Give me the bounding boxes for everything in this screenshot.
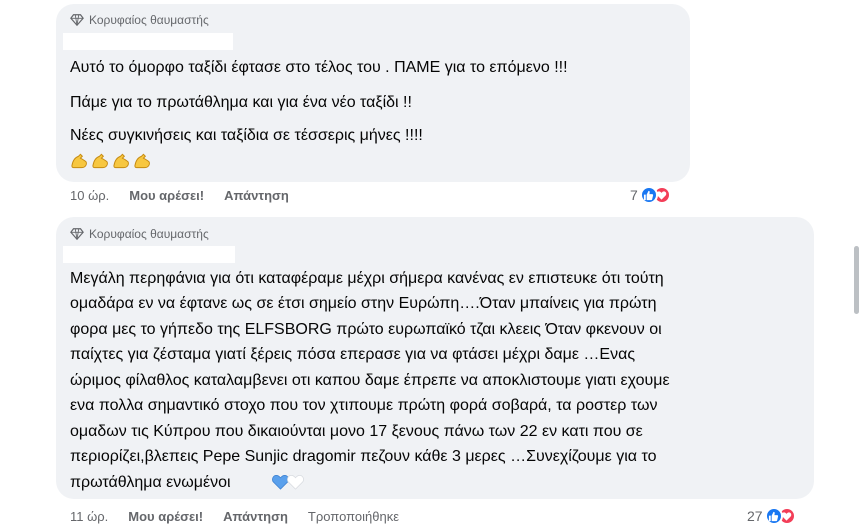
reaction-summary[interactable]: 7 bbox=[630, 186, 671, 204]
like-reaction-icon bbox=[764, 507, 783, 525]
comment-timestamp[interactable]: 11 ώρ. bbox=[70, 509, 108, 524]
blue-white-hearts-emoji bbox=[271, 472, 305, 492]
reaction-count: 7 bbox=[630, 187, 638, 203]
comment-text-line: Νέες συγκινήσεις και ταξίδια σε τέσσερις… bbox=[70, 127, 423, 144]
comment-text-line: Αυτό το όμορφο ταξίδι έφτασε στο τέλος τ… bbox=[70, 59, 568, 76]
white-heart-icon bbox=[287, 474, 304, 490]
comment-text-line: Πάμε για το πρωτάθλημα και για ένα νέο τ… bbox=[70, 94, 412, 111]
top-fan-badge[interactable]: Κορυφαίος θαυμαστής bbox=[70, 13, 209, 27]
comment-timestamp[interactable]: 10 ώρ. bbox=[70, 188, 109, 203]
comment-text-line: παίχτες για ζέσταμα γιατί ξέρεις πόσα επ… bbox=[70, 346, 636, 363]
comment-text-line: Μεγάλη περηφάνια για ότι καταφέραμε μέχρ… bbox=[70, 270, 664, 287]
comment-text-line: ομαδων τις Κύπρου που δικαιούνται μονο 1… bbox=[70, 423, 643, 440]
badge-label: Κορυφαίος θαυμαστής bbox=[89, 13, 209, 27]
comment-text-line: ενα πολλα σημαντικό στοχο που τον χτιπου… bbox=[70, 397, 658, 414]
comment-text-line: ομαδάρα εν να έφτανε ως σε έτσι σημείο σ… bbox=[70, 295, 657, 312]
reaction-summary[interactable]: 27 bbox=[747, 507, 796, 525]
reply-link[interactable]: Απάντηση bbox=[223, 509, 288, 524]
diamond-icon bbox=[70, 228, 84, 241]
comment-text-line: περιορίζει,βλεπεις Pepe Sunjic dragomir … bbox=[70, 448, 657, 465]
scrollbar-thumb[interactable] bbox=[854, 246, 859, 314]
muscle-emoji bbox=[70, 151, 152, 171]
diamond-icon bbox=[70, 14, 84, 27]
like-link[interactable]: Μου αρέσει! bbox=[129, 188, 204, 203]
badge-label: Κορυφαίος θαυμαστής bbox=[89, 227, 209, 241]
comment-text-line: φορα μες το γήπεδο της ELFSBORG πρώτο ευ… bbox=[70, 321, 662, 338]
like-reaction-icon bbox=[639, 186, 658, 204]
reply-link[interactable]: Απάντηση bbox=[224, 188, 289, 203]
like-link[interactable]: Μου αρέσει! bbox=[128, 509, 203, 524]
comment-text-line: πρωτάθλημα ενωμένοι bbox=[70, 474, 231, 491]
top-fan-badge[interactable]: Κορυφαίος θαυμαστής bbox=[70, 227, 209, 241]
edited-label: Τροποποιήθηκε bbox=[307, 509, 400, 524]
comment-text-line: ώριμος φίλαθλος καταλαμβενει οτι καπου δ… bbox=[70, 372, 670, 389]
author-name-redacted bbox=[63, 246, 235, 263]
reaction-count: 27 bbox=[747, 508, 763, 524]
comment-actions: 11 ώρ. Μου αρέσει! Απάντηση Τροποποιήθηκ… bbox=[70, 509, 419, 524]
comment-actions: 10 ώρ. Μου αρέσει! Απάντηση bbox=[70, 188, 309, 203]
author-name-redacted bbox=[63, 33, 233, 50]
